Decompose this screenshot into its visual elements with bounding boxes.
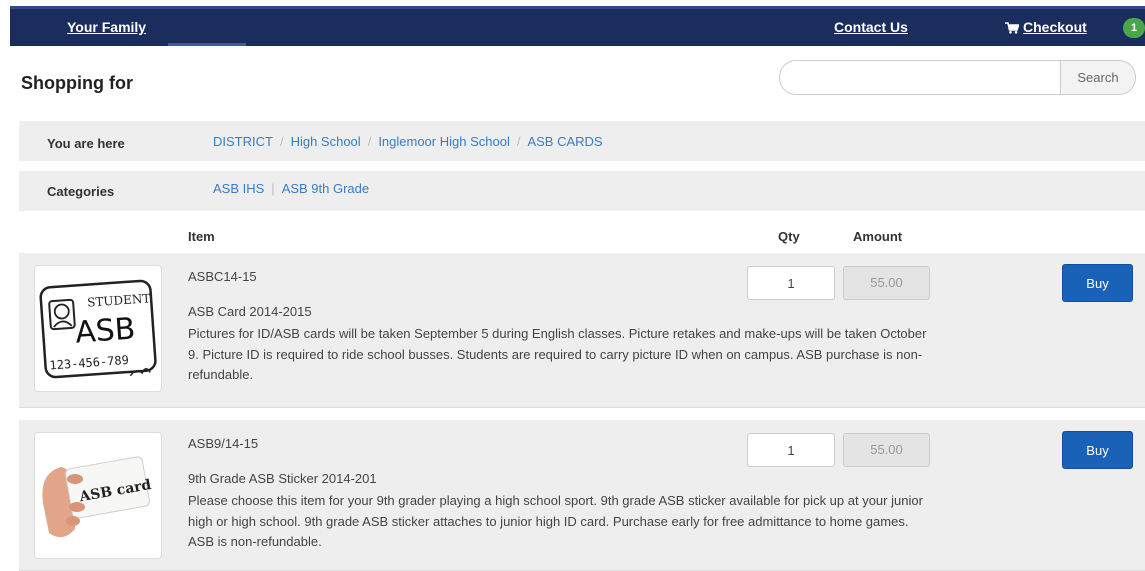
student-asb-card-illustration: STUDENT ASB 123-456-789	[39, 279, 157, 379]
categories-row: Categories ASB IHS | ASB 9th Grade	[19, 171, 1145, 211]
column-header-item: Item	[188, 229, 215, 244]
category-links: ASB IHS | ASB 9th Grade	[213, 171, 369, 207]
top-nav-bar: Your Family Contact Us Checkout 1	[10, 6, 1145, 46]
quantity-input[interactable]	[747, 266, 835, 300]
buy-button[interactable]: Buy	[1062, 431, 1133, 469]
card-asb-title: ASB	[74, 311, 136, 350]
product-description: Pictures for ID/ASB cards will be taken …	[188, 326, 927, 382]
breadcrumb-separator: /	[516, 134, 521, 149]
breadcrumb-item-district[interactable]: DISTRICT	[213, 134, 273, 149]
breadcrumb-separator: /	[279, 134, 284, 149]
amount-field: 55.00	[843, 433, 930, 467]
breadcrumb: You are here DISTRICT / High School / Inglem…	[19, 121, 1145, 161]
category-separator: |	[271, 181, 275, 196]
amount-field: 55.00	[843, 266, 930, 300]
categories-label: Categories	[47, 184, 115, 199]
product-name: 9th Grade ASB Sticker 2014-201	[188, 471, 377, 486]
quantity-input[interactable]	[747, 433, 835, 467]
product-row: ASB card ASB9/14-15 9th Grade ASB Sticke…	[19, 420, 1145, 571]
product-code: ASBC14-15	[188, 269, 257, 284]
breadcrumb-separator: /	[367, 134, 372, 149]
buy-button[interactable]: Buy	[1062, 264, 1133, 302]
column-header-amount: Amount	[853, 229, 903, 244]
hand-holding-card-illustration: ASB card	[42, 456, 153, 538]
breadcrumb-links: DISTRICT / High School / Inglemoor High Scho…	[213, 121, 603, 163]
category-asb-9th-grade[interactable]: ASB 9th Grade	[282, 181, 369, 196]
breadcrumb-item-inglemoor[interactable]: Inglemoor High School	[378, 134, 510, 149]
category-asb-ihs[interactable]: ASB IHS	[213, 181, 264, 196]
search-input[interactable]	[779, 60, 1061, 95]
search-button[interactable]: Search	[1060, 60, 1136, 95]
product-row: STUDENT ASB 123-456-789 ASBC14-15 ASB Ca…	[19, 253, 1145, 408]
product-code: ASB9/14-15	[188, 436, 259, 451]
breadcrumb-item-high-school[interactable]: High School	[291, 134, 361, 149]
shopping-for-title: Shopping for	[21, 73, 133, 93]
product-description: Please choose this item for your 9th gra…	[188, 493, 923, 549]
nav-active-indicator	[168, 43, 246, 46]
breadcrumb-item-asb-cards[interactable]: ASB CARDS	[527, 134, 602, 149]
breadcrumb-label: You are here	[47, 136, 125, 151]
product-image-asb-sticker: ASB card	[34, 432, 162, 559]
nav-checkout-link[interactable]: Checkout	[1023, 9, 1087, 46]
nav-your-family-link[interactable]: Your Family	[67, 9, 146, 46]
product-image-asb-card: STUDENT ASB 123-456-789	[34, 265, 162, 392]
cart-count-badge: 1	[1123, 18, 1145, 38]
cart-icon[interactable]	[1005, 22, 1019, 34]
nav-contact-us-link[interactable]: Contact Us	[834, 9, 908, 46]
product-name: ASB Card 2014-2015	[188, 304, 312, 319]
column-header-qty: Qty	[778, 229, 800, 244]
